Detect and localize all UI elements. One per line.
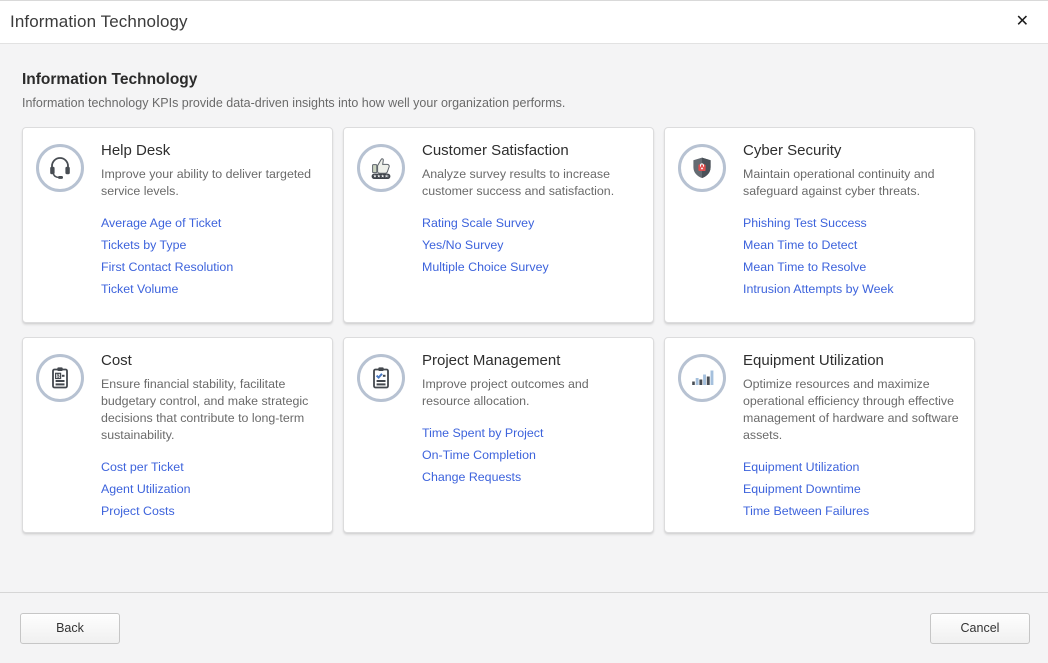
card-title: Customer Satisfaction	[422, 141, 639, 161]
back-button[interactable]: Back	[20, 613, 120, 644]
shield-lock-icon	[678, 144, 726, 192]
card-content: Help Desk Improve your ability to delive…	[101, 142, 318, 305]
kpi-link[interactable]: Phishing Test Success	[743, 217, 960, 230]
card-description: Maintain operational continuity and safe…	[743, 166, 960, 200]
invoice-clipboard-icon: $	[36, 354, 84, 402]
card-description: Improve your ability to deliver targeted…	[101, 166, 318, 200]
information-technology-dialog: Information Technology ✕ Information Tec…	[0, 0, 1048, 663]
kpi-link[interactable]: Multiple Choice Survey	[422, 261, 639, 274]
card-equipment-utilization: Equipment Utilization Optimize resources…	[664, 337, 975, 533]
card-content: Equipment Utilization Optimize resources…	[743, 352, 960, 527]
kpi-link[interactable]: Equipment Downtime	[743, 483, 960, 496]
kpi-link[interactable]: Tickets by Type	[101, 239, 318, 252]
kpi-link[interactable]: Mean Time to Resolve	[743, 261, 960, 274]
kpi-links: Equipment Utilization Equipment Downtime…	[743, 461, 960, 518]
kpi-link[interactable]: Rating Scale Survey	[422, 217, 639, 230]
kpi-link[interactable]: Agent Utilization	[101, 483, 318, 496]
card-title: Equipment Utilization	[743, 351, 960, 371]
card-title: Help Desk	[101, 141, 318, 161]
kpi-link[interactable]: Project Costs	[101, 505, 318, 518]
dialog-body: Information Technology Information techn…	[0, 44, 1048, 592]
dialog-footer: Back Cancel	[0, 592, 1048, 663]
kpi-link[interactable]: Cost per Ticket	[101, 461, 318, 474]
card-description: Improve project outcomes and resource al…	[422, 376, 639, 410]
card-description: Ensure financial stability, facilitate b…	[101, 376, 318, 444]
kpi-links: Phishing Test Success Mean Time to Detec…	[743, 217, 960, 296]
headset-icon	[36, 144, 84, 192]
card-customer-satisfaction: ★★★★ ★ Customer Satisfaction Analyze sur…	[343, 127, 654, 323]
kpi-card-grid: Help Desk Improve your ability to delive…	[22, 127, 1026, 533]
card-content: Cyber Security Maintain operational cont…	[743, 142, 960, 305]
dialog-titlebar: Information Technology ✕	[0, 1, 1048, 44]
kpi-link[interactable]: Ticket Volume	[101, 283, 318, 296]
card-content: Project Management Improve project outco…	[422, 352, 639, 493]
kpi-link[interactable]: Mean Time to Detect	[743, 239, 960, 252]
kpi-link[interactable]: First Contact Resolution	[101, 261, 318, 274]
kpi-link[interactable]: Yes/No Survey	[422, 239, 639, 252]
card-description: Optimize resources and maximize operatio…	[743, 376, 960, 444]
dialog-title: Information Technology	[10, 12, 188, 32]
close-icon[interactable]: ✕	[1011, 11, 1034, 33]
kpi-link[interactable]: Change Requests	[422, 471, 639, 484]
section-heading: Information Technology	[22, 44, 1026, 89]
kpi-links: Average Age of Ticket Tickets by Type Fi…	[101, 217, 318, 296]
kpi-links: Rating Scale Survey Yes/No Survey Multip…	[422, 217, 639, 274]
bar-chart-icon	[678, 354, 726, 402]
thumbs-up-rating-icon: ★★★★ ★	[357, 144, 405, 192]
svg-text:$: $	[57, 374, 60, 380]
card-description: Analyze survey results to increase custo…	[422, 166, 639, 200]
kpi-link[interactable]: On-Time Completion	[422, 449, 639, 462]
kpi-link[interactable]: Time Between Failures	[743, 505, 960, 518]
svg-text:★: ★	[386, 174, 390, 180]
card-content: Customer Satisfaction Analyze survey res…	[422, 142, 639, 283]
kpi-link[interactable]: Time Spent by Project	[422, 427, 639, 440]
card-cost: $ Cost Ensure financial stability, facil…	[22, 337, 333, 533]
task-clipboard-icon	[357, 354, 405, 402]
kpi-link[interactable]: Equipment Utilization	[743, 461, 960, 474]
kpi-links: Cost per Ticket Agent Utilization Projec…	[101, 461, 318, 518]
kpi-link[interactable]: Intrusion Attempts by Week	[743, 283, 960, 296]
kpi-link[interactable]: Average Age of Ticket	[101, 217, 318, 230]
kpi-links: Time Spent by Project On-Time Completion…	[422, 427, 639, 484]
card-title: Cost	[101, 351, 318, 371]
card-title: Cyber Security	[743, 141, 960, 161]
card-help-desk: Help Desk Improve your ability to delive…	[22, 127, 333, 323]
cancel-button[interactable]: Cancel	[930, 613, 1030, 644]
card-project-management: Project Management Improve project outco…	[343, 337, 654, 533]
card-content: Cost Ensure financial stability, facilit…	[101, 352, 318, 527]
section-subtitle: Information technology KPIs provide data…	[22, 96, 1026, 110]
card-cyber-security: Cyber Security Maintain operational cont…	[664, 127, 975, 323]
card-title: Project Management	[422, 351, 639, 371]
